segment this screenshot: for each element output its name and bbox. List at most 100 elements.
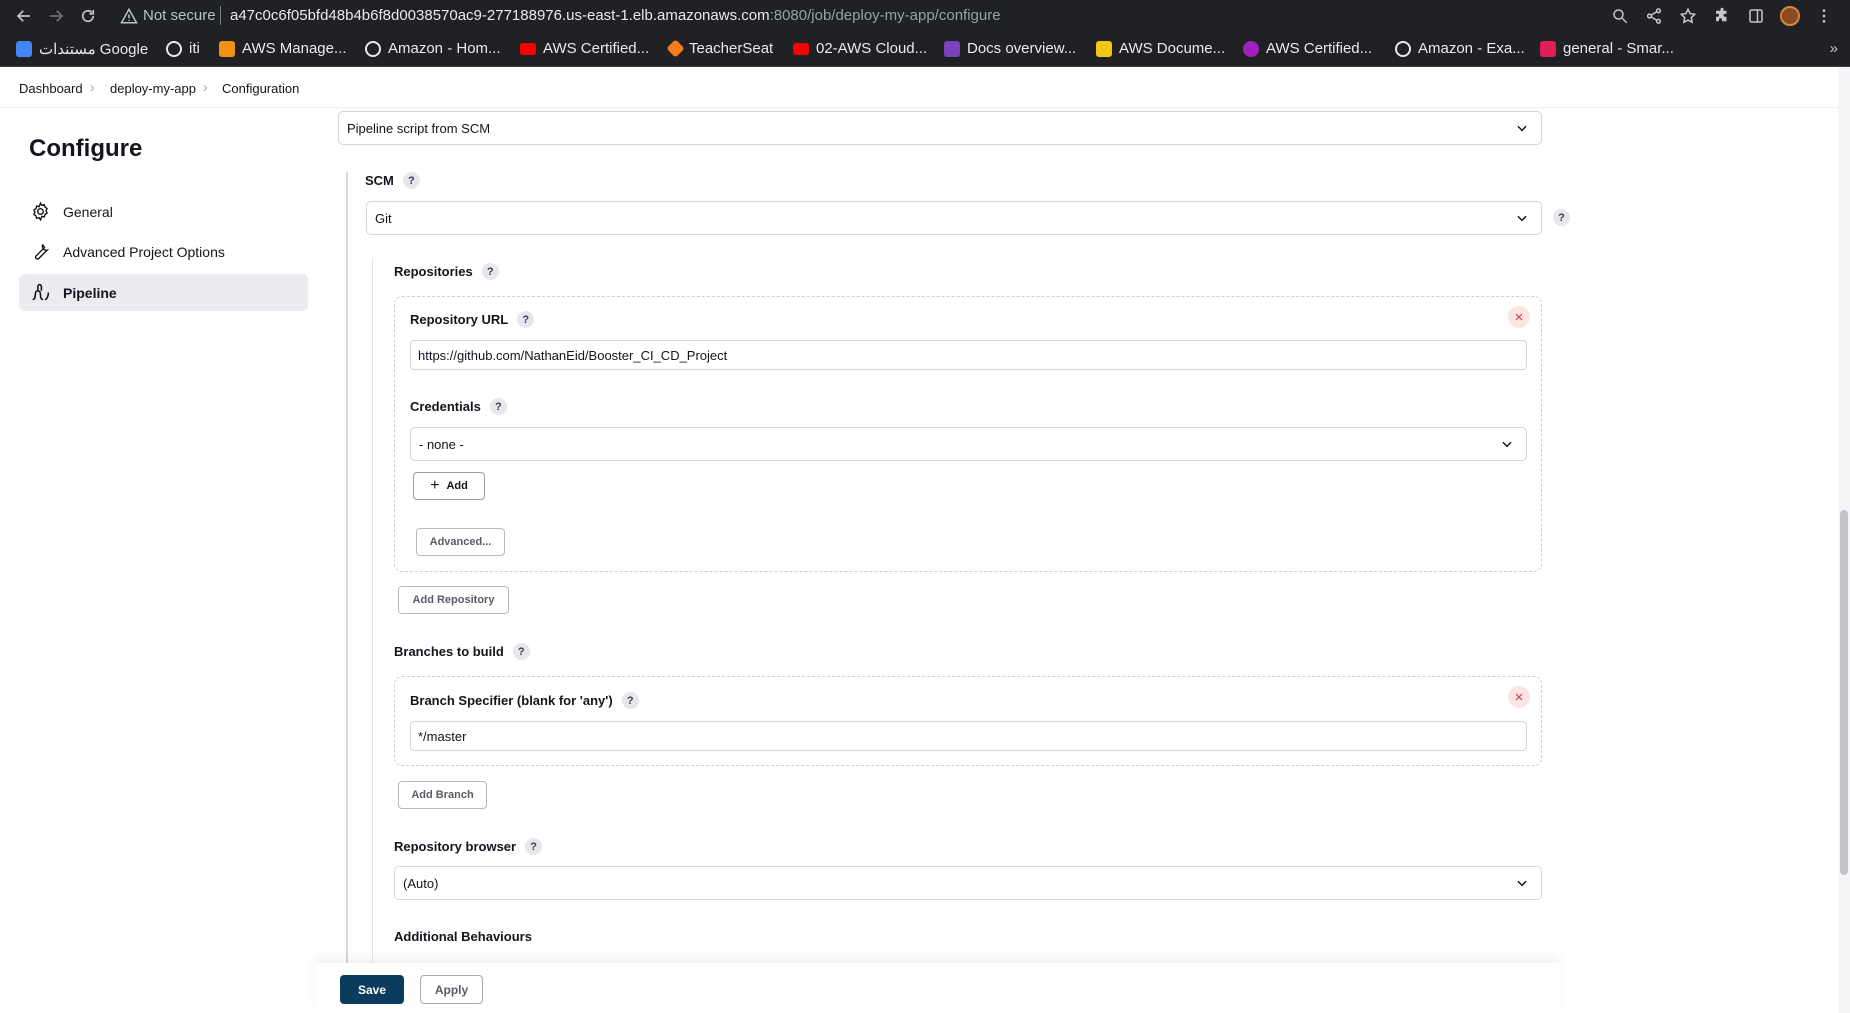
forward-icon[interactable] — [44, 4, 68, 28]
sidebar-item-label: Pipeline — [63, 284, 117, 301]
youtube-icon — [793, 42, 809, 55]
branches-to-build-label: Branches to build ? — [394, 643, 530, 660]
bookmark-item[interactable]: AWS Manage... — [219, 40, 347, 57]
git-indent-line — [372, 258, 373, 963]
share-icon[interactable] — [1642, 4, 1666, 28]
bookmark-item[interactable]: general - Smar... — [1540, 40, 1674, 57]
sidebar-item-general[interactable]: General — [19, 193, 308, 230]
globe-icon — [365, 40, 381, 57]
globe-icon — [1395, 40, 1411, 57]
breadcrumb-job[interactable]: deploy-my-app — [110, 81, 196, 96]
wrench-icon — [34, 243, 50, 260]
aws-icon — [219, 40, 235, 57]
section-indent-line — [346, 172, 348, 967]
bookmarks-bar: مستندات Google iti AWS Manage... Amazon … — [0, 32, 1850, 67]
bookmark-item[interactable]: AWS Certified... — [520, 40, 649, 57]
sidebar-item-advanced-project-options[interactable]: Advanced Project Options — [19, 233, 308, 270]
browser-toolbar: Not secure a47c0c6f05bfd48b4b6f8d0038570… — [0, 0, 1850, 32]
chevron-down-icon — [1517, 125, 1527, 132]
bookmark-item[interactable]: iti — [166, 40, 200, 57]
star-icon[interactable] — [1676, 4, 1700, 28]
repository-browser-select[interactable]: (Auto) — [394, 866, 1542, 900]
help-icon[interactable]: ? — [481, 263, 499, 280]
plus-icon: + — [430, 477, 440, 494]
help-icon[interactable]: ? — [512, 643, 530, 660]
close-icon[interactable]: × — [1508, 686, 1530, 708]
scm-label: SCM ? — [365, 172, 420, 189]
bookmark-item[interactable]: TeacherSeat — [666, 39, 773, 58]
form-footer — [315, 963, 1560, 1013]
repository-url-input[interactable] — [410, 340, 1527, 370]
address-bar[interactable]: a47c0c6f05bfd48b4b6f8d0038570ac9-2771889… — [230, 7, 1001, 24]
repository-browser-value: (Auto) — [403, 875, 439, 891]
security-label[interactable]: Not secure — [143, 7, 216, 24]
advanced-button[interactable]: Advanced... — [416, 528, 505, 556]
gear-icon — [33, 201, 48, 222]
add-repository-button[interactable]: Add Repository — [398, 586, 509, 614]
repository-browser-label: Repository browser ? — [394, 838, 543, 855]
repository-url-label: Repository URL ? — [410, 311, 535, 328]
url-host: a47c0c6f05bfd48b4b6f8d0038570ac9-2771889… — [230, 7, 770, 24]
add-credentials-button[interactable]: + Add — [413, 472, 485, 500]
url-separator — [220, 6, 221, 25]
profile-avatar[interactable] — [1778, 4, 1802, 28]
scm-select[interactable]: Git — [366, 201, 1542, 235]
add-branch-button[interactable]: Add Branch — [398, 781, 487, 809]
reload-icon[interactable] — [76, 4, 100, 28]
menu-icon[interactable] — [1812, 4, 1836, 28]
credentials-select[interactable]: - none - — [410, 427, 1527, 461]
help-icon[interactable]: ? — [1553, 209, 1570, 226]
branch-specifier-label: Branch Specifier (blank for 'any') ? — [410, 692, 639, 709]
credentials-value: - none - — [419, 436, 464, 452]
page-title: Configure — [29, 135, 143, 162]
chevron-right-icon: › — [203, 79, 208, 95]
help-icon[interactable]: ? — [489, 398, 507, 415]
help-icon[interactable]: ? — [525, 838, 543, 855]
youtube-icon — [520, 42, 536, 55]
terraform-icon — [944, 40, 960, 57]
repositories-label: Repositories ? — [394, 263, 499, 280]
sidebar-item-pipeline[interactable]: Pipeline — [19, 274, 308, 311]
bookmark-item[interactable]: مستندات Google — [16, 40, 148, 58]
scm-value: Git — [375, 210, 392, 226]
bookmarks-overflow-icon[interactable]: » — [1830, 40, 1838, 57]
teacherseat-icon — [666, 39, 685, 58]
certification-icon — [1243, 40, 1259, 57]
additional-behaviours-label: Additional Behaviours — [394, 929, 532, 944]
sidebar-item-label: General — [63, 203, 113, 220]
sidebar-item-label: Advanced Project Options — [63, 243, 225, 260]
help-icon[interactable]: ? — [517, 311, 535, 328]
globe-icon — [166, 40, 182, 57]
branch-specifier-input[interactable] — [410, 721, 1527, 751]
save-button[interactable]: Save — [340, 975, 404, 1004]
definition-select[interactable]: Pipeline script from SCM — [338, 111, 1542, 145]
bookmark-item[interactable]: AWS Docume... — [1096, 40, 1225, 57]
bookmark-item[interactable]: AWS Certified... — [1243, 40, 1372, 57]
breadcrumb: Dashboard › deploy-my-app › Configuratio… — [0, 68, 1850, 108]
chevron-right-icon: › — [90, 79, 95, 95]
credentials-label: Credentials ? — [410, 398, 507, 415]
url-path: :8080/job/deploy-my-app/configure — [769, 7, 1001, 24]
help-icon[interactable]: ? — [621, 692, 639, 709]
back-icon[interactable] — [12, 4, 36, 28]
warning-icon[interactable] — [120, 7, 138, 25]
close-icon[interactable]: × — [1508, 306, 1530, 328]
slack-icon — [1540, 40, 1556, 57]
side-panel-icon[interactable] — [1744, 4, 1768, 28]
chevron-down-icon — [1517, 880, 1527, 887]
aws-docs-icon — [1096, 40, 1112, 57]
apply-button[interactable]: Apply — [420, 975, 483, 1004]
bookmark-item[interactable]: Docs overview... — [944, 40, 1076, 57]
breadcrumb-configuration[interactable]: Configuration — [222, 81, 299, 96]
bookmark-item[interactable]: 02-AWS Cloud... — [793, 40, 927, 57]
extensions-icon[interactable] — [1710, 4, 1734, 28]
google-docs-icon — [16, 41, 32, 57]
help-icon[interactable]: ? — [402, 172, 420, 189]
zoom-icon[interactable] — [1608, 4, 1632, 28]
bookmark-item[interactable]: Amazon - Exa... — [1395, 40, 1525, 57]
bookmark-item[interactable]: Amazon - Hom... — [365, 40, 501, 57]
breadcrumb-dashboard[interactable]: Dashboard — [19, 81, 83, 96]
scrollbar-thumb[interactable] — [1840, 510, 1848, 875]
chevron-down-icon — [1502, 441, 1512, 448]
pipeline-icon — [32, 283, 50, 301]
